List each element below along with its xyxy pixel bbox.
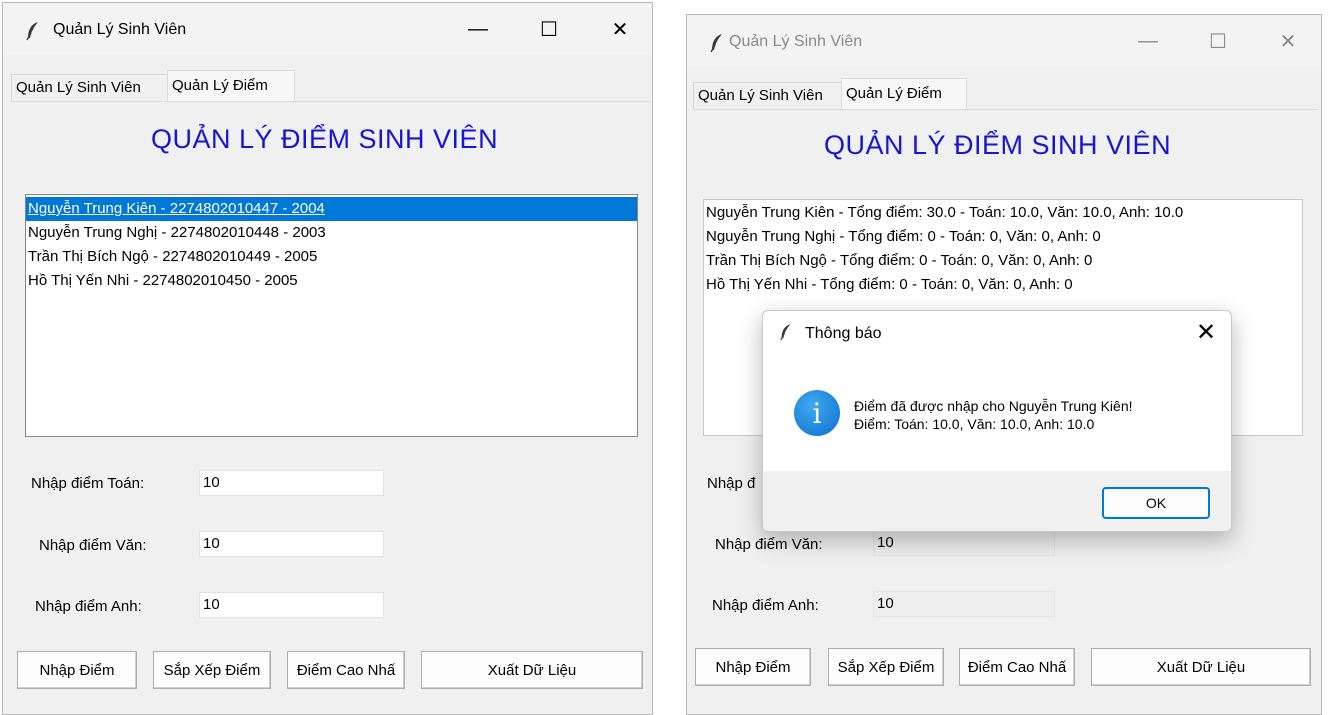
export-data-button[interactable]: Xuất Dữ Liệu (1091, 648, 1311, 686)
feather-app-icon (780, 324, 791, 341)
list-item[interactable]: Nguyễn Trung Nghị - 2274802010448 - 2003 (26, 221, 637, 245)
info-icon: i (794, 390, 840, 436)
feather-app-icon (710, 34, 722, 53)
tab-grade-management[interactable]: Quản Lý Điểm (841, 78, 967, 109)
english-score-input[interactable]: 10 (873, 591, 1055, 617)
ok-button[interactable]: OK (1102, 487, 1210, 519)
tab-bar: Quản Lý Sinh Viên Quản Lý Điểm (693, 75, 1293, 109)
literature-score-input[interactable]: 10 (199, 531, 384, 557)
sort-grades-button[interactable]: Sắp Xếp Điểm (828, 648, 944, 686)
list-item[interactable]: Nguyễn Trung Nghị - Tổng điểm: 0 - Toán:… (704, 225, 1302, 249)
maximize-button[interactable]: ☐ (1195, 25, 1241, 57)
list-item[interactable]: Trần Thị Bích Ngộ - 2274802010449 - 2005 (26, 245, 637, 269)
minimize-button[interactable]: — (455, 13, 501, 45)
window-title: Quản Lý Sinh Viên (729, 33, 863, 50)
close-button[interactable]: ✕ (597, 13, 643, 45)
english-score-label: Nhập điểm Anh: (712, 597, 819, 614)
sort-grades-button[interactable]: Sắp Xếp Điểm (153, 651, 271, 689)
dialog-message-line: Điểm đã được nhập cho Nguyễn Trung Kiên! (854, 398, 1133, 414)
title-bar[interactable]: Quản Lý Sinh Viên — ☐ ✕ (687, 15, 1321, 67)
close-button[interactable]: ✕ (1265, 25, 1311, 57)
minimize-button[interactable]: — (1125, 25, 1171, 57)
list-item[interactable]: Nguyễn Trung Kiên - Tổng điểm: 30.0 - To… (704, 201, 1302, 225)
tab-bar: Quản Lý Sinh Viên Quản Lý Điểm (11, 67, 611, 101)
list-item[interactable]: Hồ Thị Yến Nhi - Tổng điểm: 0 - Toán: 0,… (704, 273, 1302, 297)
maximize-button[interactable]: ☐ (526, 13, 572, 45)
literature-score-label: Nhập điểm Văn: (39, 537, 147, 554)
literature-score-input[interactable]: 10 (873, 530, 1055, 556)
highest-grade-button[interactable]: Điểm Cao Nhấ (959, 648, 1075, 686)
enter-grades-button[interactable]: Nhập Điểm (17, 651, 137, 689)
list-item-selected[interactable]: Nguyễn Trung Kiên - 2274802010447 - 2004 (26, 197, 637, 221)
page-heading: QUẢN LÝ ĐIỂM SINH VIÊN (151, 124, 499, 154)
list-item[interactable]: Hồ Thị Yến Nhi - 2274802010450 - 2005 (26, 269, 637, 293)
english-score-label: Nhập điểm Anh: (35, 598, 142, 615)
feather-app-icon (26, 22, 38, 41)
window-title: Quản Lý Sinh Viên (53, 21, 187, 38)
math-score-input[interactable]: 10 (199, 470, 384, 496)
dialog-message-line: Điểm: Toán: 10.0, Văn: 10.0, Anh: 10.0 (854, 416, 1095, 432)
dialog-message: Điểm đã được nhập cho Nguyễn Trung Kiên!… (854, 397, 1133, 433)
dialog-title: Thông báo (805, 325, 882, 342)
tab-student-management[interactable]: Quản Lý Sinh Viên (11, 74, 169, 101)
left-app-window: Quản Lý Sinh Viên — ☐ ✕ Quản Lý Sinh Viê… (2, 2, 653, 715)
grade-panel: QUẢN LÝ ĐIỂM SINH VIÊN Nguyễn Trung Kiên… (11, 101, 652, 714)
export-data-button[interactable]: Xuất Dữ Liệu (421, 651, 643, 689)
title-bar[interactable]: Quản Lý Sinh Viên — ☐ ✕ (3, 3, 652, 55)
tab-student-management[interactable]: Quản Lý Sinh Viên (693, 82, 843, 109)
list-item[interactable]: Trần Thị Bích Ngộ - Tổng điểm: 0 - Toán:… (704, 249, 1302, 273)
student-listbox[interactable]: Nguyễn Trung Kiên - 2274802010447 - 2004… (25, 194, 638, 437)
enter-grades-button[interactable]: Nhập Điểm (695, 648, 811, 686)
page-heading: QUẢN LÝ ĐIỂM SINH VIÊN (824, 130, 1172, 160)
math-score-label: Nhập đ (707, 475, 756, 492)
english-score-input[interactable]: 10 (199, 592, 384, 618)
message-dialog: Thông báo ✕ i Điểm đã được nhập cho Nguy… (762, 310, 1232, 532)
literature-score-label: Nhập điểm Văn: (715, 536, 823, 553)
highest-grade-button[interactable]: Điểm Cao Nhấ (287, 651, 405, 689)
dialog-close-button[interactable]: ✕ (1191, 317, 1221, 347)
math-score-label: Nhập điểm Toán: (31, 475, 145, 492)
tab-grade-management[interactable]: Quản Lý Điểm (167, 70, 295, 101)
